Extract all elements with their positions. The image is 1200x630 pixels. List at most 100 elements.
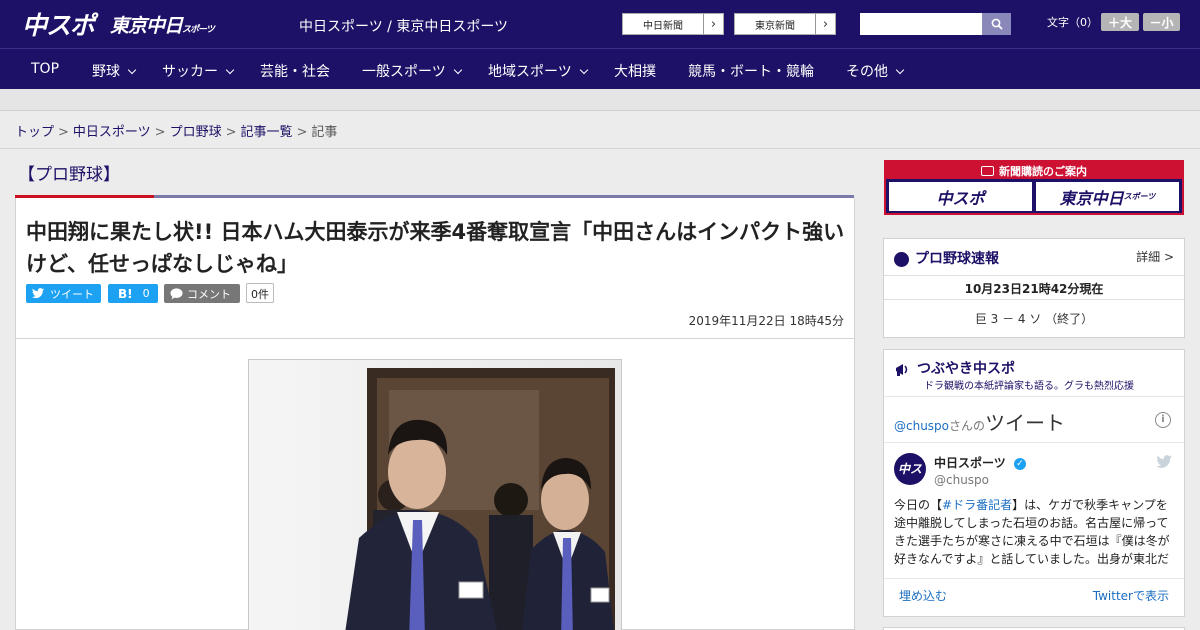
breadcrumb-chunichi-sports[interactable]: 中日スポーツ bbox=[73, 125, 151, 140]
breadcrumb: トップ > 中日スポーツ > プロ野球 > 記事一覧 > 記事 bbox=[0, 111, 1200, 149]
twitter-bird-icon[interactable] bbox=[1156, 455, 1172, 469]
search-input[interactable] bbox=[860, 13, 982, 35]
chevron-down-icon bbox=[895, 65, 905, 75]
hatena-bookmark-button[interactable]: B! 0 bbox=[108, 284, 158, 303]
subscribe-logo-chuspo[interactable]: 中スポ bbox=[889, 182, 1032, 211]
baseball-score-title-row: プロ野球速報 bbox=[894, 248, 999, 268]
font-smaller-button[interactable]: －小 bbox=[1143, 13, 1180, 31]
subscribe-logo-tokyo-chunichi[interactable]: 東京中日 スポーツ bbox=[1036, 182, 1179, 211]
category-heading: 【プロ野球】 bbox=[18, 165, 120, 185]
divider bbox=[884, 442, 1184, 443]
chevron-right-icon: › bbox=[815, 14, 835, 34]
tweet-text: 今日の【#ドラ番記者】は、ケガで秋季キャンプを途中離脱してしまった石垣のお話。名… bbox=[894, 496, 1176, 568]
nav-item-baseball[interactable]: 野球 bbox=[92, 61, 137, 81]
divider bbox=[884, 299, 1184, 300]
twitter-handle-link[interactable]: @chuspo bbox=[894, 419, 949, 433]
twitter-san: さんの bbox=[949, 419, 986, 433]
article-date: 2019年11月22日 18時45分 bbox=[688, 314, 844, 328]
nav-label: 野球 bbox=[92, 64, 120, 80]
baseball-detail-link[interactable]: 詳細 > bbox=[1136, 248, 1174, 265]
nav-item-general-sports[interactable]: 一般スポーツ bbox=[362, 61, 462, 81]
tokyo-shimbun-button[interactable]: 東京新聞 › bbox=[734, 13, 836, 35]
twitter-timeline-header: @chuspoさんのツイート bbox=[894, 407, 1065, 436]
search-button[interactable] bbox=[982, 13, 1011, 35]
tsubuyaki-title: つぶやき中スポ bbox=[917, 361, 1015, 377]
nav-item-top[interactable]: TOP bbox=[31, 61, 59, 77]
baseball-score-box: プロ野球速報 詳細 > 10月23日21時42分現在 巨 3 － 4 ソ （終了… bbox=[883, 238, 1185, 338]
twitter-tweet-heading: ツイート bbox=[985, 411, 1066, 435]
tsubuyaki-subtitle: ドラ観戦の本紙評論家も語る。グラも熱烈応援 bbox=[924, 381, 1134, 392]
tweet-button[interactable]: ツイート bbox=[26, 284, 101, 303]
divider bbox=[884, 275, 1184, 276]
article-card: 中田翔に果たし状!! 日本ハム大田泰示が来季4番奪取宣言「中田さんはインパクト強… bbox=[15, 198, 855, 630]
tweet-hashtag[interactable]: #ドラ番記者 bbox=[942, 498, 1012, 512]
nav-item-sumo[interactable]: 大相撲 bbox=[614, 61, 656, 81]
twitter-box: つぶやき中スポ ドラ観戦の本紙評論家も語る。グラも熱烈応援 @chuspoさんの… bbox=[883, 349, 1185, 617]
tsubuyaki-title-row: つぶやき中スポ bbox=[894, 358, 1015, 378]
chevron-down-icon bbox=[453, 65, 462, 75]
tweet-text-pre: 今日の【 bbox=[894, 498, 943, 512]
comment-button[interactable]: コメント bbox=[164, 284, 240, 303]
account-handle: @chuspo bbox=[934, 473, 990, 487]
account-name: 中日スポーツ bbox=[934, 456, 1006, 470]
search-icon bbox=[991, 18, 1003, 30]
breadcrumb-article-list[interactable]: 記事一覧 bbox=[241, 125, 293, 140]
speech-bubble-icon bbox=[170, 287, 183, 299]
subscribe-logos: 中スポ 東京中日 スポーツ bbox=[886, 179, 1182, 214]
sub-band bbox=[0, 89, 1200, 111]
breadcrumb-pro-baseball[interactable]: プロ野球 bbox=[170, 125, 222, 140]
info-icon[interactable]: i bbox=[1155, 412, 1171, 428]
comment-count: 0件 bbox=[246, 283, 274, 303]
nav-label: 競馬・ボート・競輪 bbox=[688, 64, 814, 80]
baseball-score-line[interactable]: 巨 3 － 4 ソ （終了） bbox=[884, 310, 1184, 327]
megaphone-icon bbox=[896, 364, 908, 376]
view-on-twitter-link[interactable]: Twitterで表示 bbox=[1093, 587, 1169, 604]
nav-item-local-sports[interactable]: 地域スポーツ bbox=[488, 61, 588, 81]
tokyo-chunichi-logo-sub: スポーツ bbox=[182, 25, 215, 35]
main-nav: TOP 野球 サッカー 芸能・社会 一般スポーツ 地域スポーツ 大相撲 競馬・ボ… bbox=[0, 48, 1200, 89]
chunichi-shimbun-label: 中日新聞 bbox=[643, 20, 683, 32]
article-photo[interactable] bbox=[248, 359, 622, 630]
site-title-link[interactable]: 中日スポーツ / 東京中日スポーツ bbox=[299, 16, 508, 36]
baseball-update-time: 10月23日21時42分現在 bbox=[964, 282, 1104, 296]
newspaper-icon bbox=[981, 165, 994, 176]
subscribe-header-text: 新聞購読のご案内 bbox=[999, 164, 1087, 178]
breadcrumb-top[interactable]: トップ bbox=[15, 125, 54, 140]
tokyo-chunichi-logo-text: 東京中日 bbox=[110, 15, 183, 37]
chevron-down-icon bbox=[127, 65, 137, 75]
tokyo-shimbun-label: 東京新聞 bbox=[755, 20, 795, 32]
chevron-down-icon bbox=[225, 65, 235, 75]
subscribe-banner[interactable]: 新聞購読のご案内 中スポ 東京中日 スポーツ bbox=[884, 160, 1184, 215]
divider bbox=[884, 578, 1184, 579]
tokyo-chunichi-logo[interactable]: 東京中日スポーツ bbox=[110, 11, 215, 38]
baseball-score-title: プロ野球速報 bbox=[915, 251, 999, 267]
tweet-label: ツイート bbox=[50, 287, 94, 301]
nav-label: 一般スポーツ bbox=[362, 64, 446, 80]
chunichi-shimbun-button[interactable]: 中日新聞 › bbox=[622, 13, 724, 35]
account-avatar[interactable]: 中ス bbox=[894, 453, 926, 485]
top-header: 中スポ 東京中日スポーツ 中日スポーツ / 東京中日スポーツ 中日新聞 › 東京… bbox=[0, 0, 1200, 48]
hatena-count: 0 bbox=[142, 287, 150, 300]
nav-item-other[interactable]: その他 bbox=[846, 61, 905, 81]
chuspo-logo[interactable]: 中スポ bbox=[22, 6, 95, 42]
nav-label: その他 bbox=[846, 64, 888, 80]
article-headline: 中田翔に果たし状!! 日本ハム大田泰示が来季4番奪取宣言「中田さんはインパクト強… bbox=[26, 220, 845, 276]
breadcrumb-current: 記事 bbox=[311, 125, 338, 140]
divider bbox=[16, 338, 854, 339]
breadcrumb-separator: > bbox=[58, 125, 69, 140]
twitter-bird-icon bbox=[32, 288, 44, 299]
font-larger-button[interactable]: ＋大 bbox=[1101, 13, 1139, 31]
player-photo-image bbox=[249, 360, 621, 630]
nav-item-soccer[interactable]: サッカー bbox=[162, 61, 235, 81]
breadcrumb-separator: > bbox=[296, 125, 308, 140]
breadcrumb-separator: > bbox=[225, 125, 237, 140]
account-name-row[interactable]: 中日スポーツ ✓ bbox=[934, 454, 1026, 471]
nav-item-racing[interactable]: 競馬・ボート・競輪 bbox=[688, 61, 814, 81]
nav-label: 大相撲 bbox=[614, 64, 656, 80]
nav-label: 芸能・社会 bbox=[260, 64, 330, 80]
verified-badge-icon: ✓ bbox=[1013, 457, 1026, 470]
subscribe-logo-tokyo-sub: スポーツ bbox=[1123, 192, 1156, 201]
chevron-right-icon: › bbox=[703, 14, 723, 34]
nav-item-entertainment[interactable]: 芸能・社会 bbox=[260, 61, 330, 81]
embed-link[interactable]: 埋め込む bbox=[899, 587, 947, 604]
